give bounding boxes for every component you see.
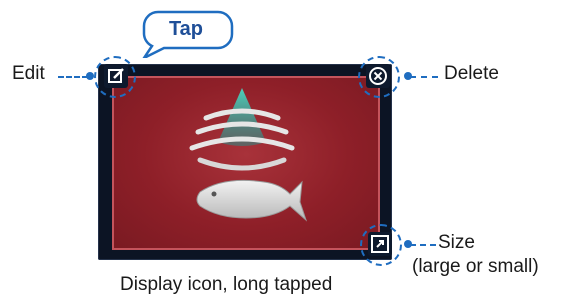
delete-label: Delete <box>444 63 499 84</box>
delete-connector <box>410 76 438 78</box>
size-connector <box>410 244 436 246</box>
edit-connector-dot <box>86 72 94 80</box>
tap-label: Tap <box>168 18 204 40</box>
size-highlight-ring <box>360 224 402 266</box>
edit-label: Edit <box>12 63 45 84</box>
size-sub-label: (large or small) <box>412 256 539 277</box>
edit-highlight-ring <box>94 56 136 98</box>
edit-connector <box>58 76 88 78</box>
screenshot-stage: Tap Edit Delete Size (large or small) Di… <box>0 0 578 300</box>
delete-highlight-ring <box>358 56 400 98</box>
display-icon-tile[interactable] <box>112 76 380 250</box>
fish-finder-icon <box>189 88 308 222</box>
figure-caption: Display icon, long tapped <box>120 274 333 295</box>
size-label: Size <box>438 232 475 253</box>
tap-callout: Tap <box>138 8 234 62</box>
